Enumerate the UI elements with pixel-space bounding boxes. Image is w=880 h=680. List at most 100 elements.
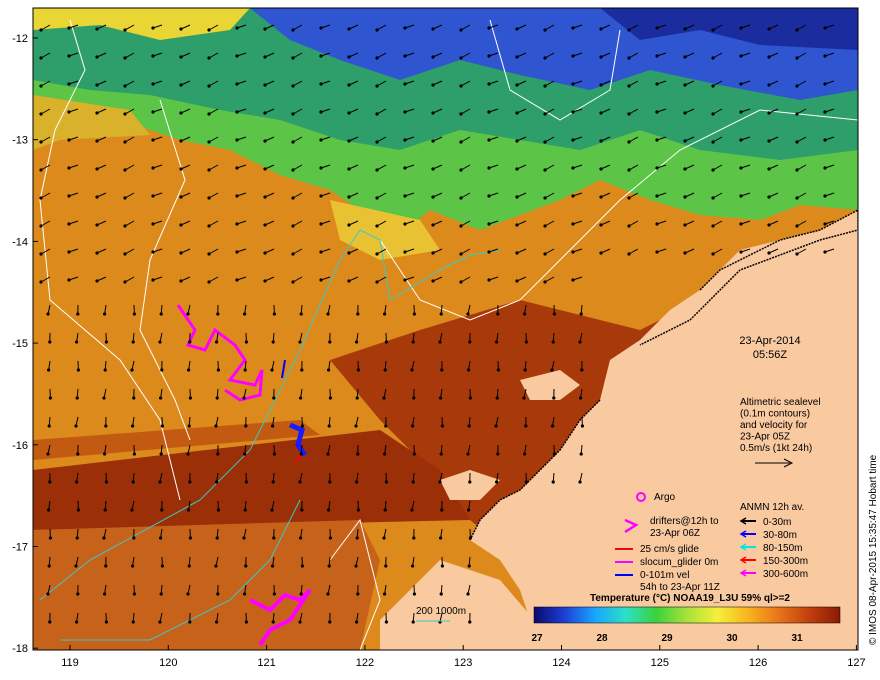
- velocity-arrow-head: [75, 480, 79, 484]
- colorbar-tick-label: 27: [531, 633, 543, 644]
- lon-tick-label: 122: [356, 657, 374, 669]
- velocity-arrow-head: [739, 222, 743, 226]
- velocity-arrow-head: [411, 620, 415, 624]
- velocity-arrow-head: [179, 27, 183, 31]
- velocity-arrow-head: [188, 480, 192, 484]
- velocity-arrow-head: [235, 54, 239, 58]
- velocity-arrow-head: [186, 592, 190, 596]
- velocity-arrow-head: [599, 83, 603, 87]
- velocity-arrow-head: [347, 251, 351, 255]
- velocity-arrow-head: [571, 54, 575, 58]
- velocity-arrow-head: [515, 279, 519, 283]
- lat-tick-label: -14: [12, 236, 28, 248]
- velocity-arrow-head: [384, 564, 388, 568]
- velocity-arrow-head: [459, 280, 463, 284]
- velocity-arrow-head: [188, 620, 192, 624]
- velocity-arrow-head: [104, 564, 108, 568]
- velocity-arrow-head: [263, 167, 267, 171]
- velocity-arrow-head: [375, 280, 379, 284]
- velocity-arrow-head: [383, 452, 387, 456]
- velocity-arrow-head: [235, 26, 239, 30]
- velocity-arrow-head: [216, 592, 220, 596]
- velocity-arrow-head: [466, 592, 470, 596]
- velocity-arrow-head: [347, 27, 351, 31]
- velocity-arrow-head: [216, 312, 220, 316]
- velocity-arrow-head: [431, 279, 435, 283]
- velocity-arrow-head: [543, 280, 547, 284]
- velocity-arrow-head: [67, 166, 71, 170]
- velocity-arrow-head: [188, 396, 192, 400]
- velocity-arrow-head: [552, 452, 557, 456]
- velocity-arrow-head: [235, 222, 239, 226]
- velocity-arrow-head: [739, 166, 743, 170]
- velocity-arrow-head: [375, 112, 379, 116]
- velocity-arrow-head: [263, 223, 267, 227]
- velocity-arrow-head: [487, 110, 491, 114]
- velocity-arrow-head: [524, 480, 529, 484]
- velocity-arrow-head: [132, 592, 136, 596]
- velocity-arrow-head: [151, 194, 155, 198]
- velocity-arrow-head: [543, 112, 547, 116]
- velocity-arrow-head: [160, 368, 164, 372]
- velocity-arrow-head: [102, 396, 106, 400]
- velocity-arrow-head: [683, 139, 687, 143]
- velocity-arrow-head: [468, 340, 472, 344]
- velocity-arrow-head: [39, 280, 43, 284]
- velocity-arrow-head: [291, 56, 295, 60]
- velocity-arrow-head: [75, 396, 79, 400]
- sst-map: -12 -13 -14 -15 -16 -17 -18 119 120 121 122 123 124…: [12, 7, 879, 669]
- velocity-arrow-head: [299, 452, 303, 456]
- velocity-arrow-head: [300, 368, 304, 372]
- velocity-arrow-head: [543, 168, 547, 172]
- velocity-arrow-head: [468, 536, 472, 540]
- velocity-arrow-head: [123, 196, 127, 200]
- velocity-arrow-head: [39, 252, 43, 256]
- velocity-arrow-head: [95, 195, 99, 199]
- velocity-arrow-head: [683, 27, 687, 31]
- velocity-arrow-head: [244, 424, 248, 428]
- velocity-arrow-head: [123, 224, 127, 228]
- velocity-arrow-head: [515, 251, 519, 255]
- velocity-arrow-head: [347, 195, 351, 199]
- velocity-arrow-head: [487, 138, 491, 142]
- lat-tick-label: -12: [12, 33, 28, 45]
- velocity-arrow-head: [39, 168, 43, 172]
- lat-tick-label: -15: [12, 338, 28, 350]
- velocity-arrow-head: [327, 424, 331, 428]
- velocity-arrow-head: [655, 82, 659, 86]
- velocity-arrow-head: [48, 536, 53, 540]
- velocity-arrow-head: [291, 280, 295, 284]
- velocity-arrow-head: [207, 112, 211, 116]
- velocity-arrow-head: [683, 111, 687, 115]
- velocity-arrow-head: [655, 166, 659, 170]
- velocity-arrow-head: [459, 112, 463, 116]
- velocity-arrow-head: [39, 112, 43, 116]
- velocity-arrow-head: [711, 168, 715, 172]
- velocity-arrow-head: [67, 110, 71, 114]
- velocity-arrow-head: [159, 536, 163, 540]
- velocity-arrow-head: [103, 452, 107, 456]
- altimetric-line: and velocity for: [740, 420, 808, 431]
- velocity-arrow-head: [375, 252, 379, 256]
- velocity-arrow-head: [319, 54, 323, 58]
- velocity-arrow-head: [487, 222, 491, 226]
- velocity-arrow-head: [47, 508, 51, 512]
- velocity-arrow-head: [95, 27, 99, 31]
- velocity-arrow-head: [356, 508, 360, 512]
- velocity-arrow-head: [263, 83, 267, 87]
- velocity-arrow-head: [354, 564, 358, 568]
- velocity-arrow-head: [76, 452, 80, 456]
- velocity-arrow-head: [466, 312, 470, 316]
- velocity-arrow-head: [683, 167, 687, 171]
- velocity-arrow-head: [48, 396, 53, 400]
- velocity-arrow-head: [356, 592, 360, 596]
- velocity-arrow-head: [319, 166, 323, 170]
- velocity-arrow-head: [711, 56, 715, 60]
- velocity-arrow-head: [551, 340, 555, 344]
- velocity-arrow-head: [95, 251, 99, 255]
- velocity-arrow-head: [235, 194, 239, 198]
- velocity-arrow-head: [188, 536, 192, 540]
- velocity-arrow-head: [151, 250, 155, 254]
- velocity-arrow-head: [327, 368, 331, 372]
- velocity-arrow-head: [132, 536, 136, 540]
